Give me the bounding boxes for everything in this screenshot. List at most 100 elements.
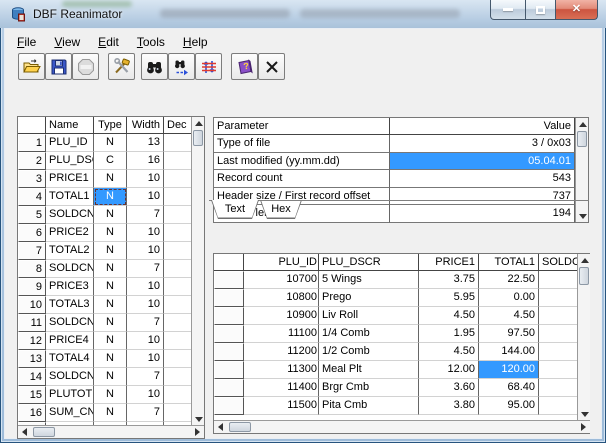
record-price1-cell[interactable]: 4.50 — [419, 343, 479, 361]
parameter-value-cell[interactable]: 05.04.01 — [390, 153, 575, 171]
field-width-cell[interactable]: 7 — [127, 368, 164, 386]
field-width-cell[interactable]: 10 — [127, 296, 164, 314]
field-dec-cell[interactable] — [164, 224, 191, 242]
field-type-cell[interactable]: N — [94, 242, 127, 260]
scroll-up-icon[interactable] — [576, 118, 589, 130]
field-row-number[interactable]: 16 — [18, 404, 46, 422]
field-name-cell[interactable]: TOTAL4 — [46, 350, 94, 368]
records-hscroll-thumb[interactable] — [229, 422, 251, 432]
record-soldcnt-cell[interactable] — [539, 325, 577, 343]
tab-text[interactable]: Text — [211, 200, 259, 219]
field-dec-cell[interactable] — [164, 332, 191, 350]
record-row-header[interactable] — [214, 361, 244, 379]
close-button[interactable]: ✕ — [555, 0, 598, 20]
field-row-number[interactable]: 13 — [18, 350, 46, 368]
field-width-cell[interactable]: 13 — [127, 134, 164, 152]
record-row-header[interactable] — [214, 325, 244, 343]
record-soldcnt-cell[interactable] — [539, 307, 577, 325]
parameter-value-cell[interactable]: 3 / 0x03 — [390, 135, 575, 153]
record-row-header[interactable] — [214, 289, 244, 307]
record-total1-cell[interactable]: 0.00 — [479, 289, 539, 307]
field-type-cell[interactable]: N — [94, 260, 127, 278]
record-soldcnt-cell[interactable] — [539, 343, 577, 361]
field-width-cell[interactable]: 10 — [127, 278, 164, 296]
field-type-cell[interactable]: N — [94, 332, 127, 350]
field-row-number[interactable]: 1 — [18, 134, 46, 152]
tab-hex[interactable]: Hex — [260, 200, 302, 219]
record-price1-cell[interactable]: 3.75 — [419, 271, 479, 289]
record-plu-id-cell[interactable]: 11200 — [244, 343, 319, 361]
field-type-cell[interactable]: N — [94, 134, 127, 152]
record-total1-cell[interactable]: 97.50 — [479, 325, 539, 343]
field-dec-cell[interactable] — [164, 152, 191, 170]
help-button[interactable]: ? — [231, 53, 258, 80]
field-width-cell[interactable]: 7 — [127, 260, 164, 278]
scroll-down-icon[interactable] — [578, 408, 591, 420]
field-name-cell[interactable]: PLU_DSCR — [46, 152, 94, 170]
field-name-cell[interactable]: PRICE2 — [46, 224, 94, 242]
record-total1-cell[interactable]: 4.50 — [479, 307, 539, 325]
field-dec-cell[interactable] — [164, 404, 191, 422]
menu-item-edit[interactable]: Edit — [89, 32, 128, 52]
field-type-cell[interactable]: N — [94, 296, 127, 314]
record-plu-dscr-cell[interactable]: Brgr Cmb — [319, 379, 419, 397]
scroll-left-icon[interactable] — [214, 421, 227, 433]
field-type-cell[interactable]: N — [94, 314, 127, 332]
record-plu-dscr-cell[interactable]: 5 Wings — [319, 271, 419, 289]
field-type-cell[interactable]: N — [94, 404, 127, 422]
field-dec-cell[interactable] — [164, 134, 191, 152]
record-price1-cell[interactable]: 3.80 — [419, 397, 479, 415]
record-total1-cell[interactable]: 120.00 — [479, 361, 539, 379]
record-plu-dscr-cell[interactable]: Pita Cmb — [319, 397, 419, 415]
record-price1-cell[interactable]: 1.95 — [419, 325, 479, 343]
field-row-number[interactable]: 6 — [18, 224, 46, 242]
field-name-cell[interactable]: TOTAL1 — [46, 188, 94, 206]
parameter-name-cell[interactable]: Type of file — [214, 135, 390, 153]
field-name-cell[interactable]: SOLDCNT — [46, 314, 94, 332]
field-type-cell[interactable]: N — [94, 386, 127, 404]
field-dec-cell[interactable] — [164, 206, 191, 224]
record-price1-cell[interactable]: 12.00 — [419, 361, 479, 379]
field-row-number[interactable]: 2 — [18, 152, 46, 170]
field-type-cell[interactable]: N — [94, 368, 127, 386]
field-type-cell[interactable]: N — [94, 188, 127, 206]
maximize-button[interactable] — [525, 0, 556, 20]
field-row-number[interactable]: 15 — [18, 386, 46, 404]
record-plu-id-cell[interactable]: 10700 — [244, 271, 319, 289]
field-row-number[interactable]: 11 — [18, 314, 46, 332]
field-name-cell[interactable]: PLU_ID — [46, 134, 94, 152]
record-plu-dscr-cell[interactable]: 1/4 Comb — [319, 325, 419, 343]
stop-button[interactable] — [72, 53, 99, 80]
field-row-number[interactable]: 5 — [18, 206, 46, 224]
field-dec-cell[interactable] — [164, 278, 191, 296]
field-width-cell[interactable]: 10 — [127, 224, 164, 242]
field-row-number[interactable]: 14 — [18, 368, 46, 386]
record-price1-cell[interactable]: 4.50 — [419, 307, 479, 325]
field-row-number[interactable]: 8 — [18, 260, 46, 278]
record-row-header[interactable] — [214, 271, 244, 289]
record-total1-cell[interactable]: 144.00 — [479, 343, 539, 361]
records-horizontal-scrollbar[interactable] — [214, 420, 590, 433]
open-button[interactable] — [18, 53, 45, 80]
field-dec-cell[interactable] — [164, 368, 191, 386]
record-plu-id-cell[interactable]: 10900 — [244, 307, 319, 325]
field-row-number[interactable]: 3 — [18, 170, 46, 188]
field-width-cell[interactable]: 10 — [127, 332, 164, 350]
parameter-name-cell[interactable]: Record count — [214, 170, 390, 188]
fields-horizontal-scrollbar[interactable] — [18, 425, 204, 438]
field-width-cell[interactable]: 10 — [127, 386, 164, 404]
field-width-cell[interactable]: 16 — [127, 152, 164, 170]
field-width-cell[interactable]: 10 — [127, 188, 164, 206]
field-row-number[interactable]: 12 — [18, 332, 46, 350]
field-name-cell[interactable]: PRICE3 — [46, 278, 94, 296]
field-width-cell[interactable]: 10 — [127, 242, 164, 260]
field-dec-cell[interactable] — [164, 170, 191, 188]
field-dec-cell[interactable] — [164, 260, 191, 278]
record-plu-id-cell[interactable]: 10800 — [244, 289, 319, 307]
record-total1-cell[interactable]: 68.40 — [479, 379, 539, 397]
record-soldcnt-cell[interactable] — [539, 361, 577, 379]
record-row-header[interactable] — [214, 397, 244, 415]
field-type-cell[interactable]: N — [94, 278, 127, 296]
field-type-cell[interactable]: N — [94, 206, 127, 224]
parameter-name-cell[interactable]: Last modified (yy.mm.dd) — [214, 153, 390, 171]
